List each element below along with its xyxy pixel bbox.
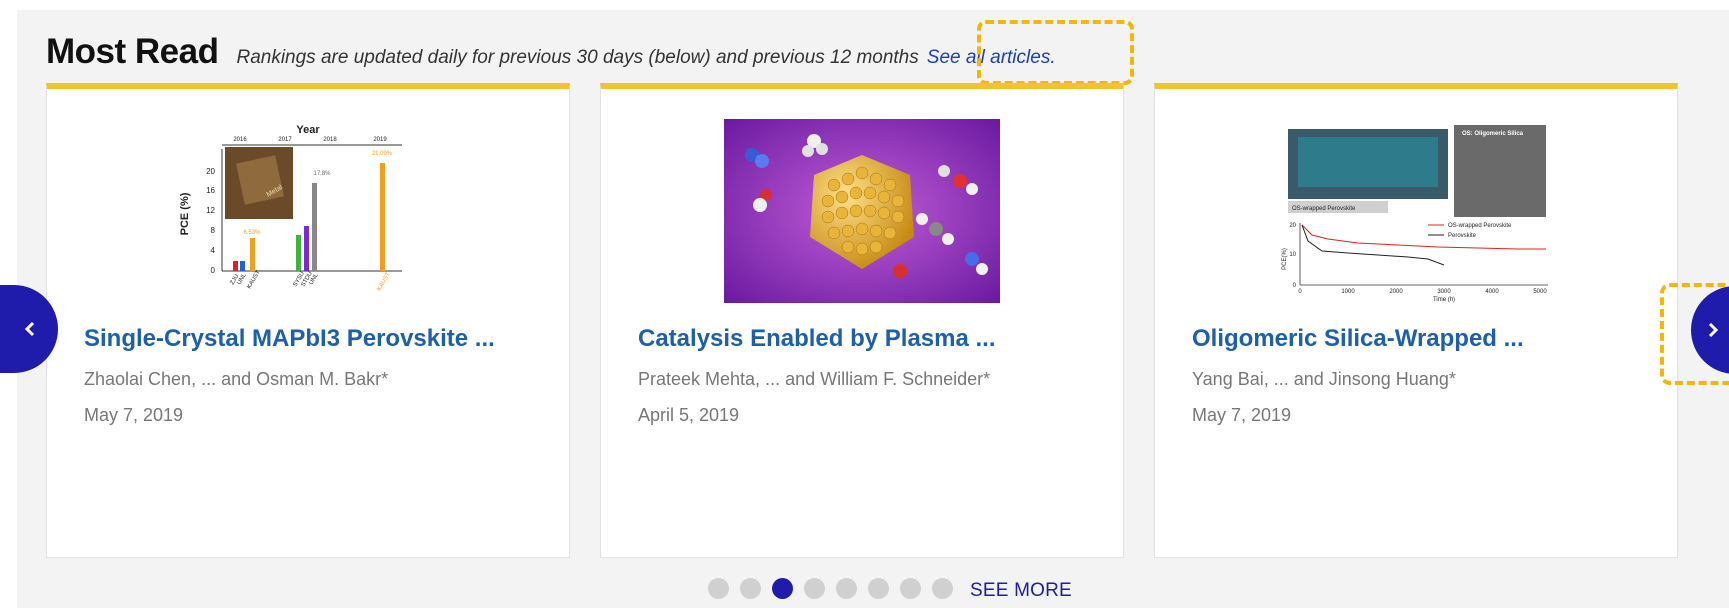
carousel-dot-3[interactable] — [772, 578, 793, 599]
chevron-left-icon — [24, 321, 35, 337]
fig3-xtick-5000: 5000 — [1533, 289, 1547, 295]
article-card-1-figure[interactable]: Year 2016 2017 2018 2019 PCE (%) 20 16 1… — [170, 119, 446, 303]
fig1-bar-unl — [240, 261, 245, 271]
carousel-dot-8[interactable] — [932, 578, 953, 599]
chevron-right-icon — [1708, 322, 1719, 338]
article-card-3[interactable]: OS-wrapped Perovskite OS: Oligomeric Sil… — [1154, 83, 1678, 558]
article-card-2-date: April 5, 2019 — [638, 405, 740, 425]
see-all-articles-link[interactable]: See all articles. — [927, 47, 1056, 69]
article-card-3-figure[interactable]: OS-wrapped Perovskite OS: Oligomeric Sil… — [1278, 119, 1554, 303]
section-title: Most Read — [46, 32, 219, 71]
carousel-dot-4[interactable] — [804, 578, 825, 599]
fig3-tem-image — [1454, 125, 1546, 217]
fig1-ytick-16: 16 — [206, 186, 215, 195]
article-card-1-authors: Zhaolai Chen, ... and Osman M. Bakr* — [84, 369, 389, 389]
fig3-xtick-2000: 2000 — [1389, 289, 1403, 295]
see-more-link[interactable]: SEE MORE — [970, 580, 1072, 602]
fig3-ytick-10: 10 — [1289, 252, 1296, 258]
article-card-2-authors: Prateek Mehta, ... and William F. Schnei… — [638, 369, 991, 389]
carousel-dot-6[interactable] — [868, 578, 889, 599]
carousel-dot-7[interactable] — [900, 578, 921, 599]
fig1-ytick-4: 4 — [211, 246, 216, 255]
section-subtitle: Rankings are updated daily for previous … — [236, 47, 919, 68]
fig3-legend-2: Perovskite — [1448, 233, 1477, 239]
heading-row: Most Read Rankings are updated daily for… — [46, 32, 1056, 72]
article-card-1[interactable]: Year 2016 2017 2018 2019 PCE (%) 20 16 1… — [46, 83, 570, 558]
fig1-bar-kaust — [250, 238, 255, 271]
carousel-dot-2[interactable] — [740, 578, 761, 599]
fig3-inset-title: OS: Oligomeric Silica — [1462, 131, 1524, 137]
carousel-pagination — [708, 578, 953, 599]
fig3-ytick-20: 20 — [1289, 223, 1296, 229]
fig1-ylabel: PCE (%) — [179, 192, 191, 235]
fig1-year-1: 2016 — [233, 137, 247, 143]
fig1-label-6: 6.53% — [243, 230, 261, 236]
fig1-year-4: 2019 — [373, 137, 387, 143]
fig3-panel-label: OS-wrapped Perovskite — [1292, 206, 1356, 212]
fig1-label-17: 17.8% — [313, 171, 331, 177]
fig1-ytick-12: 12 — [206, 206, 215, 215]
fig3-xtick-1000: 1000 — [1341, 289, 1355, 295]
fig1-label-21: 21.09% — [372, 151, 393, 157]
fig1-ytick-8: 8 — [211, 226, 216, 235]
fig1-bar-zju — [233, 261, 238, 271]
article-card-2-title[interactable]: Catalysis Enabled by Plasma ... — [638, 325, 996, 353]
fig3-legend-1: OS-wrapped Perovskite — [1448, 223, 1512, 229]
fig1-year-3: 2018 — [323, 137, 337, 143]
article-card-2-figure[interactable] — [724, 119, 1000, 303]
article-card-3-date: May 7, 2019 — [1192, 405, 1292, 425]
article-card-1-date: May 7, 2019 — [84, 405, 184, 425]
fig1-bar-kaust-2 — [380, 163, 385, 271]
fig1-ytick-0: 0 — [211, 266, 216, 275]
carousel-dot-1[interactable] — [708, 578, 729, 599]
carousel-dot-5[interactable] — [836, 578, 857, 599]
article-card-3-title[interactable]: Oligomeric Silica-Wrapped ... — [1192, 325, 1524, 353]
article-card-2[interactable]: Catalysis Enabled by Plasma ... Prateek … — [600, 83, 1124, 558]
fig1-year-2: 2017 — [278, 137, 292, 143]
fig3-xtick-4000: 4000 — [1485, 289, 1499, 295]
page: Most Read Rankings are updated daily for… — [0, 0, 1729, 608]
fig3-xlabel: Time (h) — [1433, 297, 1455, 303]
fig1-bar-unl-2 — [312, 183, 317, 271]
article-card-3-authors: Yang Bai, ... and Jinsong Huang* — [1192, 369, 1456, 389]
fig3-ylabel: PCE(%) — [1282, 248, 1288, 270]
fig1-bar-stdu — [304, 226, 309, 271]
fig1-ytick-20: 20 — [206, 167, 215, 176]
fig1-bar-sysu — [296, 235, 301, 271]
article-card-1-title[interactable]: Single-Crystal MAPbI3 Perovskite ... — [84, 325, 495, 353]
fig1-top-axis-title: Year — [296, 124, 320, 136]
fig3-xtick-3000: 3000 — [1437, 289, 1451, 295]
